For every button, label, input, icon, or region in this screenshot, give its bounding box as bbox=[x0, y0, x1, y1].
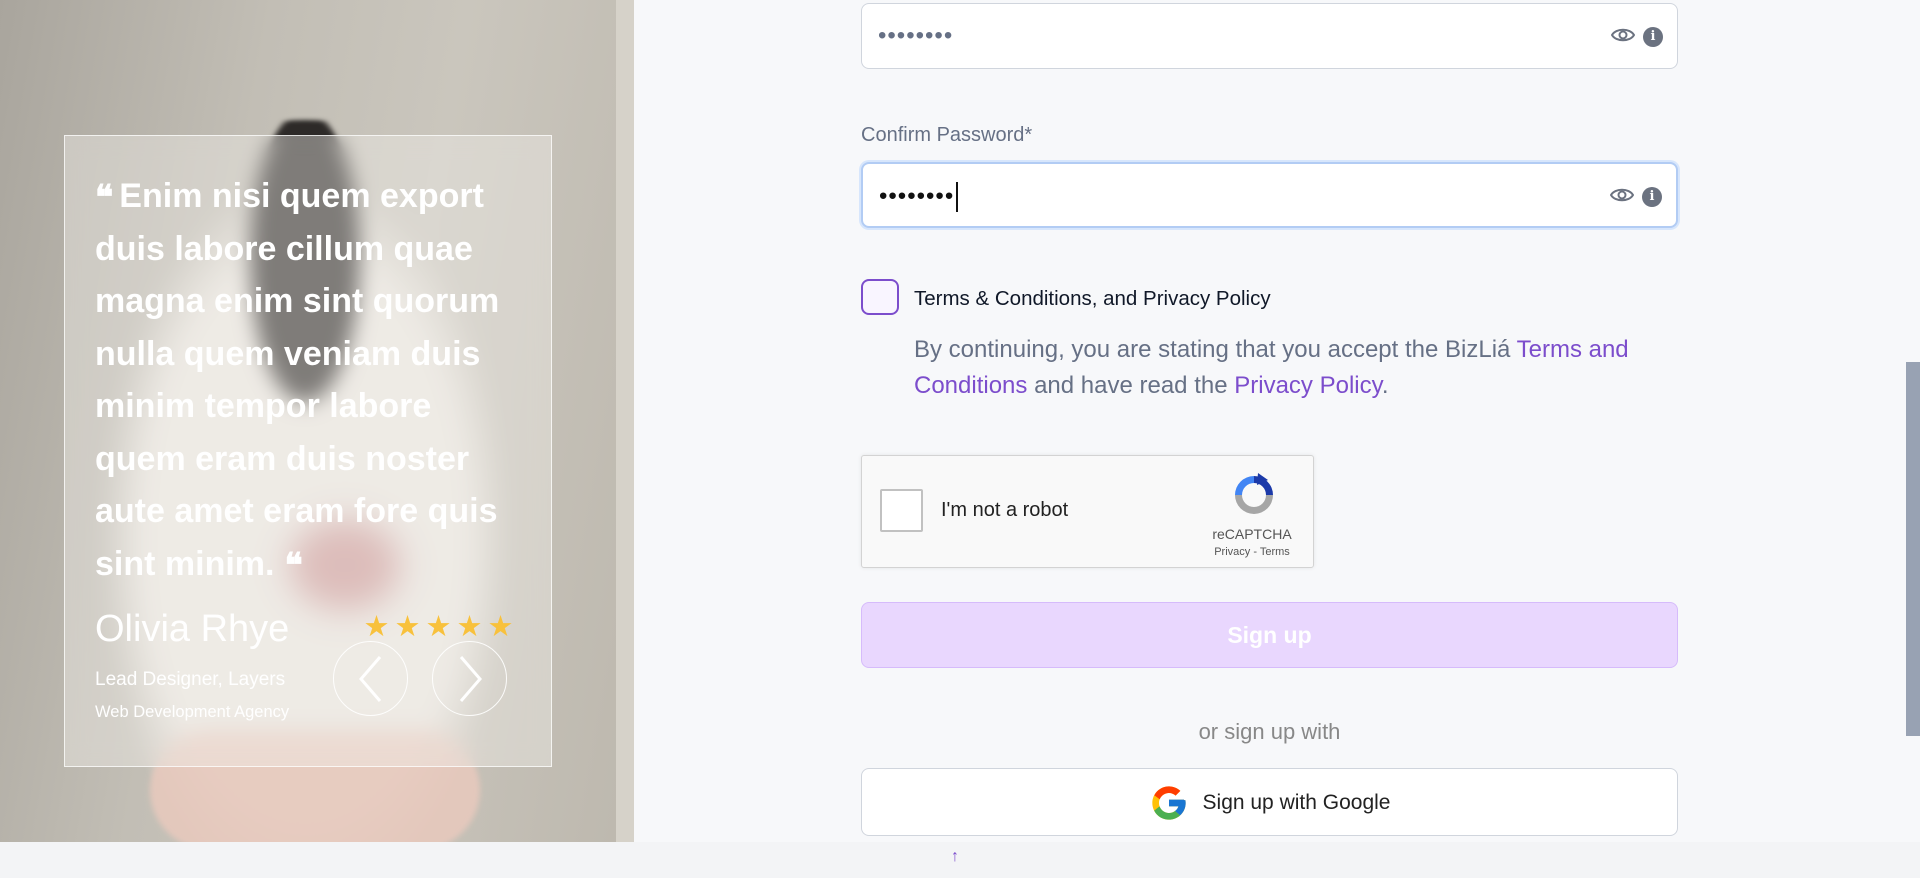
recaptcha-brand: reCAPTCHA bbox=[1212, 526, 1292, 542]
terms-description: By continuing, you are stating that you … bbox=[914, 332, 1684, 404]
password-value: •••••••• bbox=[878, 22, 954, 49]
hero-panel: ❝ Enim nisi quem export duis labore cillu… bbox=[0, 0, 634, 842]
recaptcha-widget: I'm not a robot reCAPTCHA Privacy - Term… bbox=[861, 455, 1314, 568]
recaptcha-icon bbox=[1235, 473, 1273, 514]
hero-edge bbox=[616, 0, 634, 842]
arrow-up-icon[interactable]: ↑ bbox=[951, 848, 959, 866]
testimonial-quote-text: Enim nisi quem export duis labore cillum… bbox=[95, 177, 500, 583]
rating-stars: ★ ★ ★ ★ ★ bbox=[363, 611, 514, 643]
or-sign-up-with-text: or sign up with bbox=[1198, 719, 1341, 744]
info-icon[interactable]: i bbox=[1643, 27, 1663, 47]
chevron-left-icon bbox=[358, 655, 381, 702]
quote-icon: ❝ bbox=[95, 178, 114, 218]
testimonial-card: ❝ Enim nisi quem export duis labore cillu… bbox=[64, 135, 552, 767]
recaptcha-label: I'm not a robot bbox=[941, 499, 1069, 521]
sign-up-button[interactable]: Sign up bbox=[861, 602, 1678, 668]
terms-prefix: By continuing, you are stating that you … bbox=[914, 336, 1517, 363]
google-icon bbox=[1151, 786, 1186, 820]
terms-middle: and have read the bbox=[1027, 372, 1235, 399]
eye-icon[interactable] bbox=[1611, 26, 1635, 44]
terms-checkbox[interactable] bbox=[861, 279, 899, 315]
confirm-password-field[interactable]: •••••••• i bbox=[861, 162, 1678, 228]
star-icon: ★ bbox=[456, 611, 483, 643]
testimonial-quote: ❝ Enim nisi quem export duis labore cillu… bbox=[95, 170, 523, 590]
terms-title: Terms & Conditions, and Privacy Policy bbox=[914, 287, 1271, 310]
previous-testimonial-button[interactable] bbox=[333, 641, 408, 716]
testimonial-name: Olivia Rhye bbox=[95, 608, 290, 650]
password-field[interactable]: •••••••• i bbox=[861, 3, 1678, 69]
info-icon[interactable]: i bbox=[1642, 187, 1662, 207]
eye-icon[interactable] bbox=[1610, 186, 1634, 204]
star-icon: ★ bbox=[363, 611, 390, 643]
quote-icon: ❝ bbox=[284, 545, 303, 586]
google-sign-up-label: Sign up with Google bbox=[1202, 791, 1391, 814]
next-testimonial-button[interactable] bbox=[432, 641, 507, 716]
star-icon: ★ bbox=[487, 611, 514, 643]
text-caret bbox=[956, 182, 959, 212]
testimonial-company: Web Development Agency bbox=[95, 703, 290, 721]
chevron-right-icon bbox=[459, 655, 482, 702]
terms-suffix: . bbox=[1381, 372, 1389, 399]
recaptcha-links[interactable]: Privacy - Terms bbox=[1191, 546, 1313, 558]
confirm-password-text: •••••••• bbox=[879, 182, 955, 210]
star-icon: ★ bbox=[394, 611, 421, 643]
scrollbar-thumb[interactable] bbox=[1906, 362, 1920, 736]
google-sign-up-button[interactable]: Sign up with Google bbox=[861, 768, 1678, 836]
star-icon: ★ bbox=[425, 611, 452, 643]
privacy-link[interactable]: Privacy Policy bbox=[1234, 372, 1382, 399]
confirm-password-label: Confirm Password* bbox=[861, 124, 1033, 146]
recaptcha-checkbox[interactable] bbox=[880, 489, 923, 532]
page-footer-band bbox=[0, 842, 1920, 878]
confirm-password-value: •••••••• bbox=[879, 182, 959, 212]
testimonial-role: Lead Designer, Layers bbox=[95, 669, 286, 690]
